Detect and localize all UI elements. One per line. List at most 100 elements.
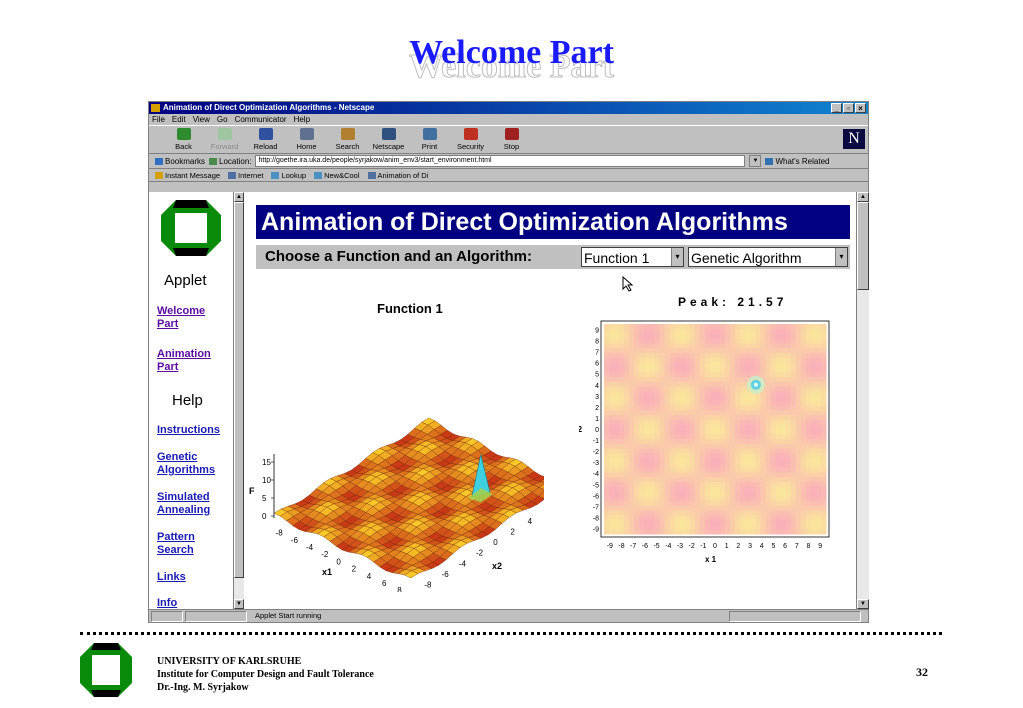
security-status-icon[interactable] [151, 611, 183, 622]
contour-cell [619, 390, 625, 397]
maximize-button[interactable]: ▫ [843, 103, 854, 113]
menu-go[interactable]: Go [217, 114, 228, 125]
contour-cell [699, 510, 706, 516]
contour-cell [709, 366, 716, 373]
link-welcome-part[interactable]: Welcome Part [157, 305, 205, 331]
back-button[interactable]: Back [163, 128, 204, 153]
contour-cell [820, 386, 827, 392]
contour-cell [619, 457, 625, 463]
footer-university: UNIVERSITY OF KARLSRUHE [157, 656, 302, 667]
contour-cell [820, 400, 827, 406]
contour-cell [619, 471, 625, 478]
netscape-button[interactable]: Netscape [368, 128, 409, 153]
stop-button[interactable]: Stop [491, 128, 532, 153]
contour-cell [614, 476, 620, 482]
contour-cell [815, 510, 822, 516]
link-pattern-search[interactable]: Pattern Search [157, 531, 195, 557]
url-dropdown-button[interactable]: ▼ [749, 155, 762, 167]
function-select[interactable]: Function 1 ▾ [581, 247, 684, 267]
scroll-down-button[interactable]: ▼ [234, 599, 244, 609]
x-tick-label: 8 [807, 543, 811, 550]
contour-cell [805, 457, 812, 463]
contour-cell [800, 371, 807, 377]
contour-cell [689, 338, 696, 344]
minimize-button[interactable]: _ [831, 103, 842, 113]
scroll-thumb[interactable] [234, 202, 244, 578]
contour-cell [604, 362, 610, 368]
close-button[interactable]: × [855, 103, 866, 113]
reload-button[interactable]: Reload [245, 128, 286, 153]
contour-cell [810, 362, 817, 368]
contour-cell [810, 457, 817, 463]
chevron-down-icon[interactable]: ▾ [835, 248, 847, 266]
contour-cell [740, 467, 746, 473]
contour-cell [810, 448, 817, 454]
contour-cell [755, 476, 761, 482]
menu-communicator[interactable]: Communicator [235, 114, 287, 125]
window-titlebar[interactable]: Animation of Direct Optimization Algorit… [149, 102, 868, 114]
animation-bookmark-button[interactable]: Animation of Di [367, 171, 428, 180]
contour-cell [659, 366, 666, 373]
link-instructions[interactable]: Instructions [157, 424, 220, 437]
contour-cell [704, 405, 711, 411]
home-button[interactable]: Home [286, 128, 327, 153]
contour-cell [735, 409, 741, 416]
lookup-button[interactable]: Lookup [271, 171, 306, 180]
contour-cell [644, 390, 650, 397]
menu-edit[interactable]: Edit [172, 114, 186, 125]
menu-file[interactable]: File [152, 114, 165, 125]
page-scrollbar[interactable]: ▲ ▼ [856, 192, 869, 609]
contour-cell [800, 519, 807, 525]
contour-cell [664, 457, 671, 463]
contour-cell [795, 405, 802, 411]
menu-view[interactable]: View [193, 114, 210, 125]
y-tick-label: 8 [595, 339, 599, 346]
contour-cell [609, 324, 615, 330]
contour-cell [654, 529, 660, 535]
contour-cell [689, 414, 696, 420]
menu-help[interactable]: Help [294, 114, 310, 125]
contour-cell [735, 452, 741, 459]
instant-message-button[interactable]: Instant Message [155, 171, 220, 180]
scroll-thumb[interactable] [857, 202, 869, 290]
security-button[interactable]: Security [450, 128, 491, 153]
whats-related-button[interactable]: What's Related [765, 157, 829, 166]
contour-cell [780, 409, 787, 416]
contour-cell [644, 467, 650, 473]
contour-cell [639, 338, 645, 344]
algorithm-select[interactable]: Genetic Algorithm ▾ [688, 247, 848, 267]
location-icon [209, 157, 218, 165]
internet-button[interactable]: Internet [228, 171, 263, 180]
search-button[interactable]: Search [327, 128, 368, 153]
contour-cell [720, 352, 726, 358]
component-bar[interactable] [729, 611, 861, 622]
link-animation-part[interactable]: Animation Part [157, 348, 211, 374]
contour-cell [720, 524, 726, 530]
netscape-n-logo[interactable]: N [843, 129, 865, 149]
contour-cell [720, 381, 726, 387]
forward-button[interactable]: Forward [204, 128, 245, 153]
url-input[interactable]: http://goethe.ira.uka.de/people/syrjakow… [255, 155, 746, 167]
contour-cell [820, 409, 827, 416]
link-simulated-annealing[interactable]: Simulated Annealing [157, 491, 210, 517]
contour-cell [609, 448, 615, 454]
scroll-up-button[interactable]: ▲ [857, 192, 869, 202]
newcool-button[interactable]: New&Cool [314, 171, 360, 180]
contour-cell [679, 338, 686, 344]
contour-cell [795, 457, 802, 463]
scroll-down-button[interactable]: ▼ [857, 599, 869, 609]
link-links[interactable]: Links [157, 571, 186, 584]
contour-cell [720, 366, 726, 373]
contour-cell [765, 338, 771, 344]
print-button[interactable]: Print [409, 128, 450, 153]
link-genetic-algorithms[interactable]: Genetic Algorithms [157, 451, 215, 477]
contour-cell [745, 476, 751, 482]
contour-cell [634, 491, 640, 497]
scroll-up-button[interactable]: ▲ [234, 192, 244, 202]
contour-cell [805, 376, 812, 382]
contour-cell [720, 467, 726, 473]
bookmarks-button[interactable]: Bookmarks [155, 157, 205, 166]
contour-cell [810, 357, 817, 363]
sidebar-scrollbar[interactable]: ▲ ▼ [233, 192, 244, 609]
chevron-down-icon[interactable]: ▾ [671, 248, 683, 266]
